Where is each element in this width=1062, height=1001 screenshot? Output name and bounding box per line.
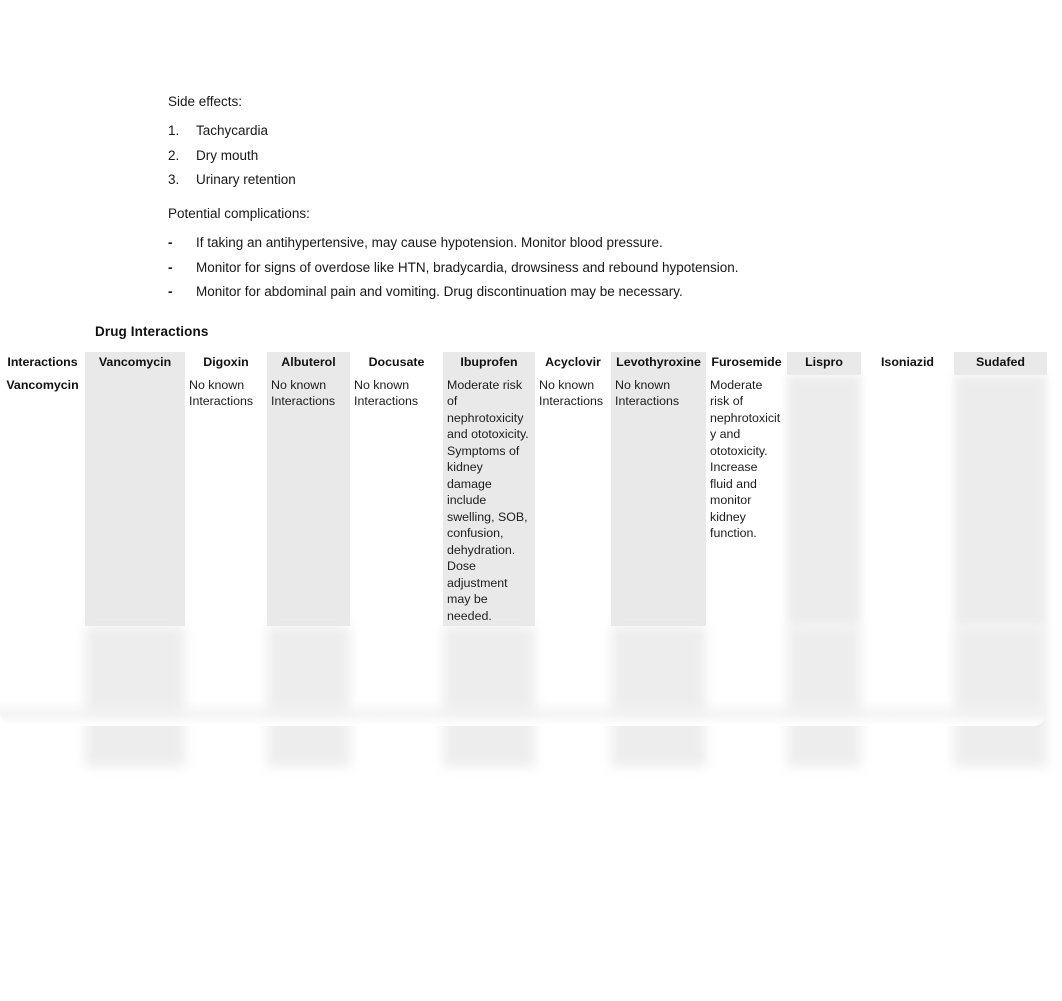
list-marker: 1. [168, 123, 180, 139]
cell-vancomycin-docusate: No known Interactions [354, 377, 419, 409]
complications-heading: Potential complications: [168, 206, 310, 221]
list-marker: 3. [168, 171, 180, 187]
list-marker: - [168, 259, 173, 275]
list-marker: - [168, 283, 173, 299]
column-header-lispro: Lispro [787, 352, 861, 375]
table-row [0, 626, 1047, 767]
complications-list: - If taking an antihypertensive, may cau… [168, 233, 928, 302]
cell-obscured [535, 626, 611, 767]
cell-vancomycin-levothyroxine: No known Interactions [611, 374, 706, 626]
cell-obscured [706, 626, 787, 767]
table-header-row: Interactions Vancomycin Digoxin Albutero… [0, 352, 1047, 375]
cell-vancomycin-vancomycin [85, 374, 185, 626]
cell-vancomycin-albuterol: No known Interactions [267, 374, 350, 626]
cell-vancomycin-isoniazid [861, 375, 954, 627]
cell-obscured [350, 626, 443, 767]
cell-obscured [85, 626, 185, 767]
document-text-block: Side effects: 1. Tachycardia 2. Dry mout… [168, 92, 928, 316]
list-text: Tachycardia [196, 123, 269, 139]
cell-vancomycin-sudafed [954, 374, 1047, 626]
table-row: Vancomycin No known Interactions No know… [0, 374, 1047, 627]
list-text: If taking an antihypertensive, may cause… [196, 235, 663, 251]
column-header-albuterol: Albuterol [267, 352, 350, 375]
cell-obscured [611, 626, 706, 767]
list-item: - If taking an antihypertensive, may cau… [168, 233, 928, 253]
cell-vancomycin-ibuprofen: Moderate risk of nephrotoxicity and otot… [443, 374, 535, 626]
column-header-isoniazid: Isoniazid [880, 355, 934, 369]
list-item: 2. Dry mouth [168, 146, 928, 166]
column-header-digoxin: Digoxin [203, 355, 249, 369]
drug-interactions-table: Interactions Vancomycin Digoxin Albutero… [0, 352, 1047, 767]
column-header-sudafed: Sudafed [954, 352, 1047, 375]
cell-obscured [185, 626, 267, 767]
column-header-interactions: Interactions [7, 355, 78, 369]
list-marker: - [168, 235, 173, 251]
row-header-vancomycin: Vancomycin [6, 377, 79, 392]
drug-interactions-table-wrapper: Interactions Vancomycin Digoxin Albutero… [0, 352, 1047, 767]
list-item: - Monitor for signs of overdose like HTN… [168, 258, 928, 278]
cell-vancomycin-lispro [787, 374, 861, 626]
column-header-acyclovir: Acyclovir [545, 355, 601, 369]
column-header-furosemide: Furosemide [711, 355, 782, 369]
column-header-levothyroxine: Levothyroxine [611, 352, 706, 375]
side-effects-list: 1. Tachycardia 2. Dry mouth 3. Urinary r… [168, 121, 928, 190]
list-text: Dry mouth [196, 147, 259, 163]
cell-obscured [267, 626, 350, 767]
cell-vancomycin-furosemide: Moderate risk of nephrotoxicity and otot… [710, 377, 781, 541]
cell-obscured [787, 626, 861, 767]
list-marker: 2. [168, 147, 180, 163]
list-item: 1. Tachycardia [168, 121, 928, 141]
side-effects-heading: Side effects: [168, 94, 243, 109]
row-header-obscured [0, 626, 85, 767]
cell-obscured [954, 626, 1047, 767]
column-header-ibuprofen: Ibuprofen [443, 352, 535, 375]
cell-vancomycin-digoxin: No known Interactions [189, 377, 254, 409]
list-text: Monitor for signs of overdose like HTN, … [196, 259, 739, 275]
table-title: Drug Interactions [95, 324, 209, 339]
column-header-docusate: Docusate [368, 355, 425, 369]
cell-obscured [443, 626, 535, 767]
list-text: Monitor for abdominal pain and vomiting.… [196, 283, 683, 299]
list-item: 3. Urinary retention [168, 170, 928, 190]
column-header-vancomycin: Vancomycin [85, 352, 185, 375]
cell-vancomycin-acyclovir: No known Interactions [539, 377, 604, 409]
cell-obscured [861, 626, 954, 767]
list-item: - Monitor for abdominal pain and vomitin… [168, 282, 928, 302]
list-text: Urinary retention [196, 171, 296, 187]
